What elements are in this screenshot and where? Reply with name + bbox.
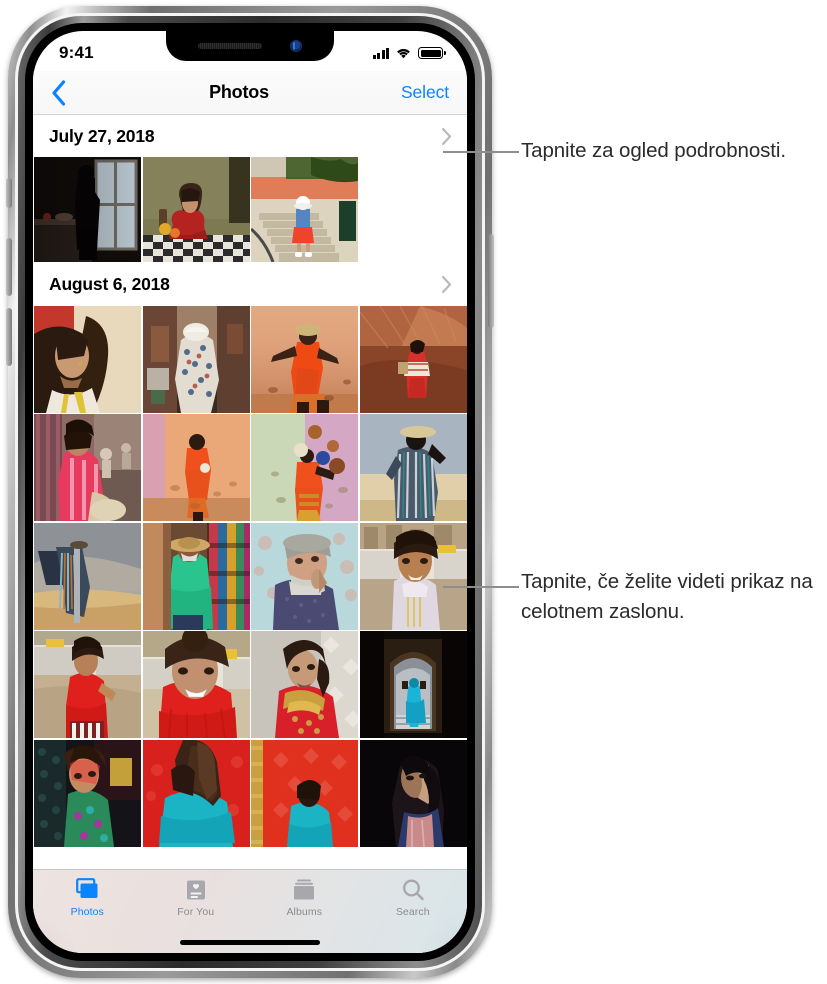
photo-cell[interactable]: [359, 414, 467, 521]
date-label: July 27, 2018: [49, 125, 155, 146]
photo-cell[interactable]: [34, 522, 141, 630]
photo-cell[interactable]: [359, 305, 467, 413]
photo-cell[interactable]: [251, 522, 358, 630]
photo-cell[interactable]: [142, 739, 250, 847]
photo-cell[interactable]: [34, 157, 141, 262]
silent-switch[interactable]: [6, 178, 12, 208]
photo-cell[interactable]: [34, 305, 141, 413]
tab-albums[interactable]: Albums: [250, 877, 359, 918]
status-bar-icons: [372, 43, 446, 59]
select-button[interactable]: Select: [401, 82, 449, 103]
photo-row: [33, 157, 467, 262]
photo-cell[interactable]: [34, 414, 141, 521]
photo-cell[interactable]: [142, 305, 250, 413]
albums-icon: [291, 877, 317, 903]
photo-row: [33, 739, 467, 847]
tab-for-you[interactable]: For You: [142, 877, 251, 918]
tab-photos[interactable]: Photos: [33, 877, 142, 918]
empty-photo-slot: [359, 157, 467, 262]
date-section-header[interactable]: July 27, 2018: [33, 115, 467, 157]
photo-cell[interactable]: [251, 157, 358, 262]
for-you-card-icon: [184, 877, 208, 903]
volume-up-button[interactable]: [6, 238, 12, 296]
tab-photos-label: Photos: [70, 906, 104, 918]
photo-cell[interactable]: [142, 157, 250, 262]
callout-fullscreen-text: Tapnite, če želite videti prikaz na celo…: [521, 570, 813, 623]
tab-albums-label: Albums: [286, 906, 323, 918]
date-section-header[interactable]: August 6, 2018: [33, 263, 467, 306]
wifi-icon: [395, 47, 412, 59]
photo-row: [33, 522, 467, 630]
photo-cell[interactable]: [251, 739, 358, 847]
photo-cell[interactable]: [251, 305, 358, 413]
device-notch: [166, 31, 334, 61]
photo-cell[interactable]: [142, 631, 250, 738]
tab-for-you-label: For You: [177, 906, 215, 918]
photo-row: [33, 414, 467, 521]
status-bar-time: 9:41: [59, 43, 94, 62]
photo-cell[interactable]: [359, 522, 467, 630]
photo-cell[interactable]: [142, 414, 250, 521]
phone-screen: 9:41 Photos Select July 27, 2018 August …: [33, 31, 467, 953]
side-power-button[interactable]: [488, 234, 494, 328]
photo-row: [33, 631, 467, 738]
navigation-bar: Photos Select: [33, 71, 467, 115]
signal-bars-icon: [372, 47, 389, 59]
date-label: August 6, 2018: [49, 274, 170, 294]
photo-cell[interactable]: [34, 631, 141, 738]
tab-search-label: Search: [395, 906, 430, 918]
photo-row: [33, 305, 467, 413]
photo-cell[interactable]: [142, 522, 250, 630]
iphone-device: 9:41 Photos Select July 27, 2018 August …: [6, 6, 494, 978]
photos-stack-icon: [74, 877, 100, 903]
photo-cell[interactable]: [34, 739, 141, 847]
photo-cell[interactable]: [359, 631, 467, 738]
magnifier-icon: [401, 877, 425, 903]
photo-cell[interactable]: [251, 414, 358, 521]
callout-leader-line: [443, 151, 519, 153]
photo-cell[interactable]: [251, 631, 358, 738]
chevron-right-icon[interactable]: [439, 274, 453, 296]
home-indicator[interactable]: [180, 940, 320, 945]
front-camera-icon: [290, 40, 302, 52]
speaker-grille-icon: [198, 43, 262, 49]
callout-details-text: Tapnite za ogled podrobnosti.: [521, 139, 786, 162]
battery-full-icon: [418, 47, 446, 59]
page-title: Photos: [209, 82, 269, 102]
tab-search[interactable]: Search: [359, 877, 468, 918]
chevron-right-icon[interactable]: [439, 125, 453, 147]
callout-leader-line: [443, 586, 519, 588]
back-chevron-icon[interactable]: [51, 78, 77, 108]
photo-grid-scroll[interactable]: July 27, 2018 August 6, 2018: [33, 115, 467, 953]
photo-cell[interactable]: [359, 739, 467, 847]
volume-down-button[interactable]: [6, 308, 12, 366]
